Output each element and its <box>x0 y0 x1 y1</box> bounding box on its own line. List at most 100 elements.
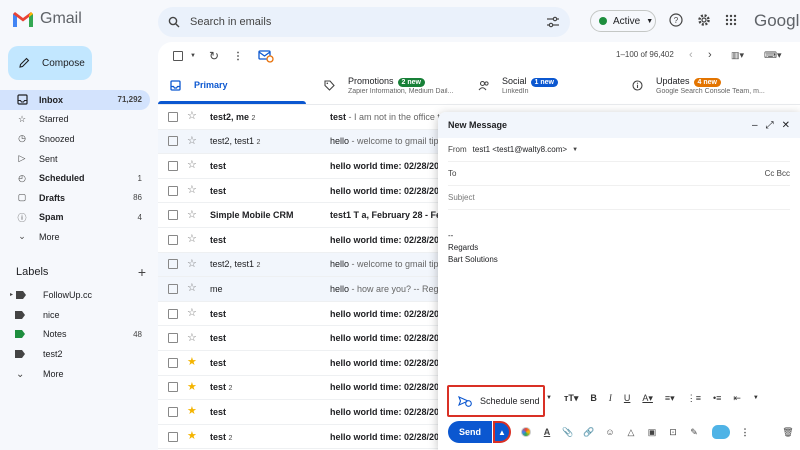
star-icon[interactable]: ☆ <box>187 283 199 294</box>
tab-updates[interactable]: Updates 4 new Google Search Console Team,… <box>620 70 774 104</box>
subject-field[interactable]: Subject <box>448 186 790 210</box>
row-checkbox[interactable] <box>168 234 178 245</box>
underline-icon[interactable]: U <box>624 393 631 403</box>
drive-icon[interactable]: △ <box>625 427 637 438</box>
prev-page-icon[interactable]: ‹ <box>689 49 693 61</box>
schedule-send-option[interactable]: Schedule send <box>447 385 545 417</box>
bold-icon[interactable]: B <box>590 393 597 403</box>
apps-grid-icon[interactable] <box>723 12 739 28</box>
indent-icon[interactable]: ⇤ <box>733 393 741 404</box>
star-icon[interactable]: ☆ <box>187 308 199 319</box>
cc-bcc-link[interactable]: Cc Bcc <box>765 169 790 178</box>
more-vert-icon[interactable]: ⋮ <box>228 51 248 62</box>
star-icon[interactable]: ☆ <box>187 209 199 221</box>
search-icon[interactable] <box>168 16 180 28</box>
row-checkbox[interactable] <box>168 406 178 417</box>
text-format-icon[interactable]: A <box>541 427 553 437</box>
sidebar-item-starred[interactable]: ☆ Starred <box>0 110 150 130</box>
star-icon[interactable]: ★ <box>187 381 199 393</box>
label-item[interactable]: nice <box>0 305 150 325</box>
more-vert-icon[interactable]: ⋮ <box>739 427 751 438</box>
color-wheel-icon[interactable] <box>520 427 532 437</box>
split-pane-icon[interactable]: ▥▾ <box>731 50 744 61</box>
confidential-icon[interactable]: ⊡ <box>667 427 679 438</box>
expand-icon[interactable]: ⤢ <box>766 120 774 131</box>
link-icon[interactable]: 🔗 <box>583 427 595 438</box>
tab-social[interactable]: Social 1 new LinkedIn <box>466 70 620 104</box>
row-checkbox[interactable] <box>168 431 178 442</box>
align-icon[interactable]: ≡▾ <box>665 393 675 404</box>
label-item[interactable]: ⌄ More <box>0 364 150 384</box>
bulleted-list-icon[interactable]: •≡ <box>713 393 721 403</box>
sidebar-item-inbox[interactable]: Inbox 71,292 <box>0 90 150 110</box>
minimize-icon[interactable]: – <box>752 120 758 131</box>
attach-icon[interactable]: 📎 <box>562 427 574 438</box>
compose-header[interactable]: New Message – ⤢ ✕ <box>438 112 800 138</box>
message-body[interactable]: -- Regards Bart Solutions <box>448 230 790 266</box>
sidebar-item-sent[interactable]: ▷ Sent <box>0 149 150 169</box>
send-options-dropdown[interactable]: ▲ <box>493 421 511 443</box>
label-item[interactable]: ▸ FollowUp.cc <box>0 285 150 305</box>
search-bar[interactable] <box>158 7 570 37</box>
star-icon[interactable]: ☆ <box>187 185 199 196</box>
sidebar-item-scheduled[interactable]: ◴ Scheduled 1 <box>0 168 150 188</box>
tab-promotions[interactable]: Promotions 2 new Zapier Information, Medi… <box>312 70 466 104</box>
italic-icon[interactable]: I <box>609 393 612 403</box>
label-item[interactable]: Notes 48 <box>0 325 150 345</box>
star-icon[interactable]: ★ <box>187 406 199 417</box>
next-page-icon[interactable]: › <box>708 49 712 61</box>
compose-button[interactable]: Compose <box>8 46 92 80</box>
row-checkbox[interactable] <box>168 308 178 319</box>
from-field[interactable]: From test1 <test1@walty8.com> ▼ <box>448 138 790 162</box>
star-icon[interactable]: ☆ <box>187 160 199 171</box>
star-icon[interactable]: ★ <box>187 357 199 368</box>
to-field[interactable]: To Cc Bcc <box>448 162 790 186</box>
keyboard-icon[interactable]: ⌨▾ <box>764 50 782 61</box>
row-checkbox[interactable] <box>168 210 178 221</box>
row-checkbox[interactable] <box>168 333 178 344</box>
more-formatting-icon[interactable]: ▼ <box>753 395 759 401</box>
settings-gear-icon[interactable] <box>696 12 712 28</box>
close-icon[interactable]: ✕ <box>782 120 790 131</box>
discard-trash-icon[interactable]: 🗑 <box>782 427 794 438</box>
text-size-icon[interactable]: тT▾ <box>564 393 578 404</box>
label-item[interactable]: test2 <box>0 344 150 364</box>
search-options-icon[interactable] <box>546 16 560 28</box>
star-icon[interactable]: ☆ <box>187 258 199 270</box>
star-icon[interactable]: ☆ <box>187 234 199 245</box>
schedule-mail-icon[interactable] <box>256 49 276 63</box>
gmail-logo[interactable]: Gmail <box>12 10 82 28</box>
select-all-checkbox[interactable] <box>168 51 188 61</box>
star-icon[interactable]: ☆ <box>187 135 199 147</box>
sidebar-item-more[interactable]: ⌄ More <box>0 227 150 247</box>
sidebar-item-spam[interactable]: ⓘ Spam 4 <box>0 208 150 228</box>
tab-primary[interactable]: Primary <box>158 70 312 104</box>
send-button[interactable]: Send <box>448 421 492 443</box>
star-icon[interactable]: ★ <box>187 431 199 442</box>
extension-icon[interactable] <box>712 425 730 439</box>
row-checkbox[interactable] <box>168 382 178 393</box>
chevron-down-icon[interactable]: ▼ <box>546 395 552 401</box>
signature-icon[interactable]: ✎ <box>688 427 700 438</box>
google-account-logo[interactable]: Google <box>754 11 800 31</box>
caret-down-icon[interactable]: ▼ <box>188 53 198 59</box>
sidebar-item-drafts[interactable]: ▢ Drafts 86 <box>0 188 150 208</box>
row-checkbox[interactable] <box>168 160 178 171</box>
star-icon[interactable]: ☆ <box>187 111 199 122</box>
add-label-icon[interactable]: + <box>138 264 146 280</box>
row-checkbox[interactable] <box>168 259 178 270</box>
refresh-icon[interactable]: ↻ <box>204 49 224 63</box>
row-checkbox[interactable] <box>168 283 178 294</box>
help-icon[interactable]: ? <box>668 12 684 28</box>
star-icon[interactable]: ☆ <box>187 332 199 344</box>
status-dropdown[interactable]: Active ▼ <box>590 10 656 32</box>
text-color-icon[interactable]: A▾ <box>642 393 653 404</box>
search-input[interactable] <box>190 16 546 28</box>
photo-icon[interactable]: ▣ <box>646 427 658 438</box>
sidebar-item-snoozed[interactable]: ◷ Snoozed <box>0 129 150 149</box>
row-checkbox[interactable] <box>168 185 178 196</box>
numbered-list-icon[interactable]: ⋮≡ <box>687 393 701 404</box>
emoji-icon[interactable]: ☺ <box>604 427 616 437</box>
row-checkbox[interactable] <box>168 136 178 147</box>
row-checkbox[interactable] <box>168 357 178 368</box>
